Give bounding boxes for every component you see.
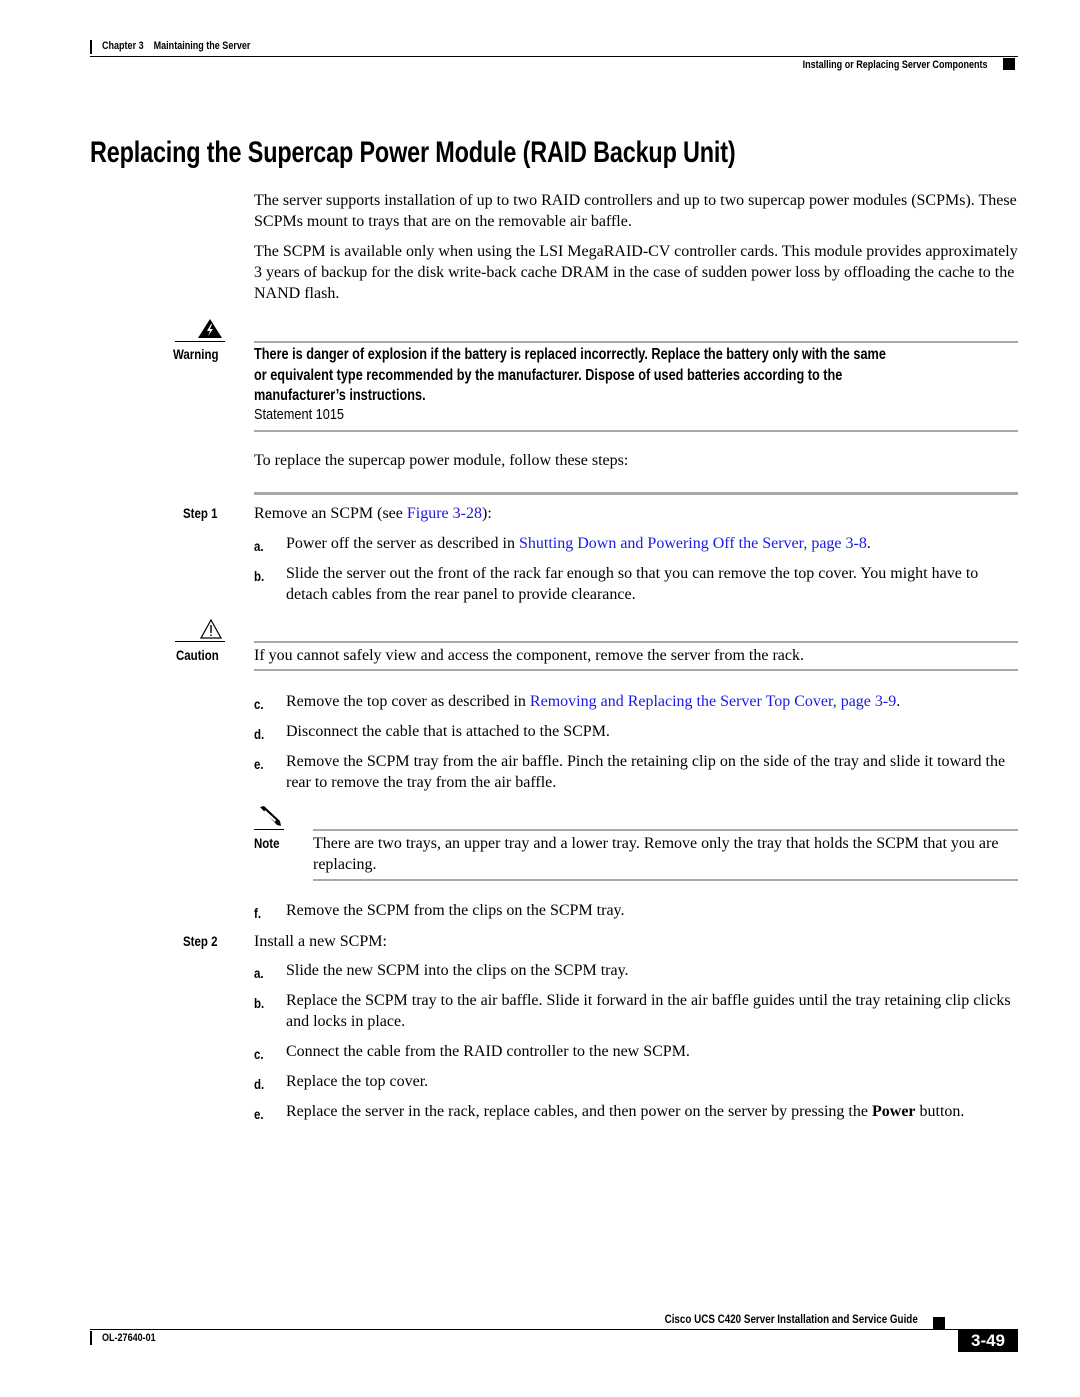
- top-cover-link[interactable]: Removing and Replacing the Server Top Co…: [530, 693, 896, 710]
- footer-guide-title: Cisco UCS C420 Server Installation and S…: [664, 1312, 918, 1326]
- header-rule: [90, 56, 1018, 57]
- header-chapter: Chapter 3 Maintaining the Server: [102, 40, 250, 52]
- step-1f-letter: f.: [254, 905, 262, 921]
- step-1c-letter: c.: [254, 696, 264, 712]
- step-1e-letter: e.: [254, 756, 264, 772]
- warning-label: Warning: [173, 346, 219, 362]
- step-1f: f. Remove the SCPM from the clips on the…: [254, 900, 1018, 921]
- warning-statement: Statement 1015: [254, 406, 345, 423]
- note-label: Note: [254, 835, 280, 851]
- step-2e: e. Replace the server in the rack, repla…: [254, 1101, 1018, 1122]
- step-2-text: Install a new SCPM:: [254, 933, 387, 950]
- intro-paragraph-2: The SCPM is available only when using th…: [254, 243, 1018, 302]
- step-1a: a. Power off the server as described in …: [254, 533, 1018, 554]
- footer-left-bar: [90, 1331, 92, 1345]
- step-2a-letter: a.: [254, 965, 264, 981]
- step-2d: d. Replace the top cover.: [254, 1071, 1018, 1092]
- caution-icon-underline: [175, 641, 225, 642]
- step-1-label: Step 1: [183, 505, 218, 521]
- intro-paragraph-1: The server supports installation of up t…: [254, 192, 1017, 230]
- figure-3-28-link[interactable]: Figure 3-28: [407, 505, 482, 522]
- page-number: 3-49: [958, 1330, 1018, 1352]
- procedure-intro: To replace the supercap power module, fo…: [254, 452, 629, 469]
- step-1d-letter: d.: [254, 726, 265, 742]
- step-1c: c. Remove the top cover as described in …: [254, 691, 1018, 712]
- step-1b-letter: b.: [254, 568, 265, 584]
- header-square-marker: [1003, 58, 1015, 70]
- note-text: There are two trays, an upper tray and a…: [313, 835, 999, 873]
- procedure-rule: [254, 492, 1018, 495]
- note-pencil-icon: [256, 805, 282, 827]
- page-title: Replacing the Supercap Power Module (RAI…: [90, 136, 736, 169]
- step-2b-letter: b.: [254, 995, 265, 1011]
- caution-triangle-icon: [199, 618, 223, 639]
- step-1d: d. Disconnect the cable that is attached…: [254, 721, 1018, 742]
- step-2b: b. Replace the SCPM tray to the air baff…: [254, 992, 1011, 1030]
- note-icon-underline: [254, 829, 284, 830]
- header-left-bar: [90, 40, 92, 54]
- step-2d-letter: d.: [254, 1076, 265, 1092]
- warning-bottom-rule: [254, 430, 1018, 432]
- warning-top-rule: [254, 341, 1018, 343]
- caution-text: If you cannot safely view and access the…: [254, 647, 804, 664]
- caution-bottom-rule: [254, 669, 1018, 671]
- note-bottom-rule: [313, 879, 1018, 881]
- step-2c-letter: c.: [254, 1046, 264, 1062]
- footer-rule: [90, 1329, 1018, 1330]
- step-1a-letter: a.: [254, 538, 264, 554]
- step-1b: b. Slide the server out the front of the…: [254, 565, 979, 603]
- step-2-label: Step 2: [183, 933, 218, 949]
- header-section: Installing or Replacing Server Component…: [803, 59, 988, 71]
- chapter-title: Maintaining the Server: [153, 40, 251, 52]
- footer-doc-number: OL-27640-01: [102, 1332, 156, 1344]
- footer-square-marker: [933, 1317, 945, 1329]
- warning-icon-underline: [175, 341, 225, 342]
- chapter-number: Chapter 3: [102, 40, 144, 52]
- step-1-text: Remove an SCPM (see Figure 3-28):: [254, 505, 492, 522]
- note-top-rule: [313, 829, 1018, 831]
- step-2e-letter: e.: [254, 1106, 264, 1122]
- caution-top-rule: [254, 641, 1018, 643]
- power-button-term: Power: [871, 1103, 916, 1120]
- caution-label: Caution: [176, 647, 219, 663]
- step-1e: e. Remove the SCPM tray from the air baf…: [254, 753, 1006, 791]
- warning-text: There is danger of explosion if the batt…: [254, 346, 886, 404]
- step-2c: c. Connect the cable from the RAID contr…: [254, 1041, 1018, 1062]
- step-2a: a. Slide the new SCPM into the clips on …: [254, 960, 1018, 981]
- warning-lightning-icon: [196, 318, 224, 340]
- shutting-down-link[interactable]: Shutting Down and Powering Off the Serve…: [519, 535, 867, 552]
